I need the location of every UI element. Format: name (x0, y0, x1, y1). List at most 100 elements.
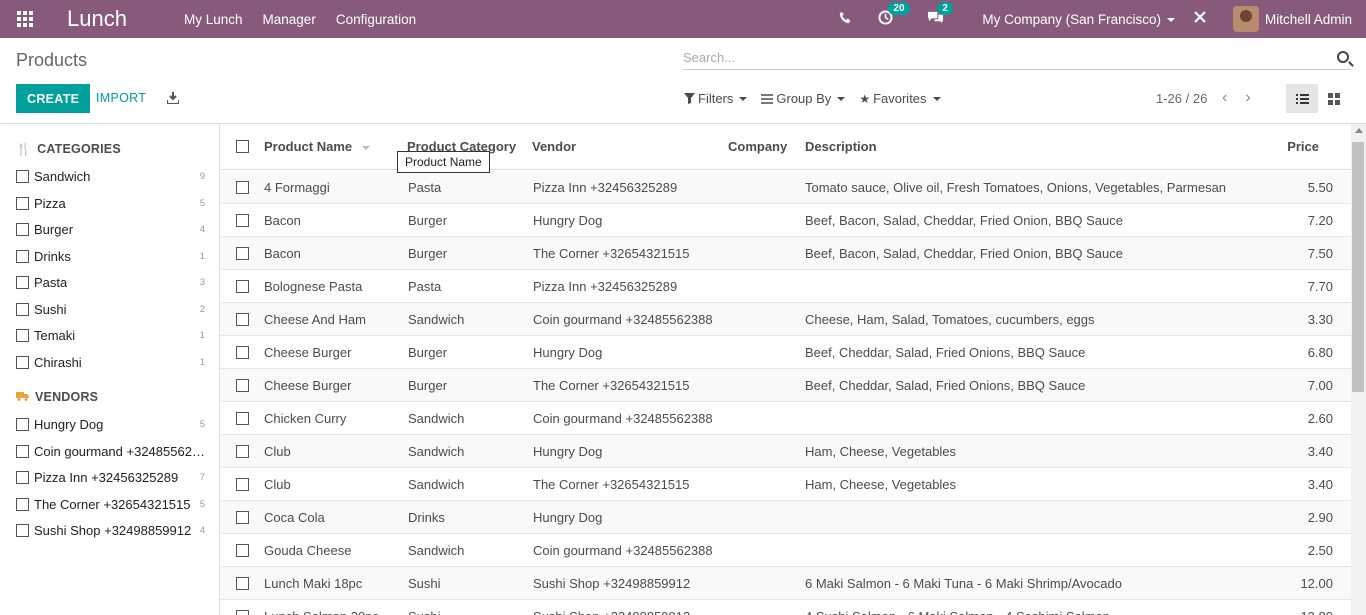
category-item[interactable]: Pizza 5 (16, 193, 206, 213)
checkbox[interactable] (16, 249, 29, 263)
scrollbar-thumb[interactable] (1352, 142, 1364, 392)
column-header-vendor[interactable]: Vendor (532, 139, 576, 154)
column-header-company[interactable]: Company (728, 139, 787, 154)
truck-icon (16, 390, 29, 404)
category-count: 4 (199, 223, 205, 235)
menu-manager[interactable]: Manager (263, 12, 316, 27)
checkbox[interactable] (16, 275, 29, 289)
select-all-checkbox[interactable] (236, 140, 249, 153)
chevron-down-icon (1166, 17, 1175, 22)
vendor-item[interactable]: Sushi Shop +32498859912 4 (16, 520, 206, 540)
favorites-dropdown[interactable]: ★ Favorites (859, 91, 941, 106)
search-icon[interactable] (1337, 51, 1349, 63)
checkbox[interactable] (16, 444, 29, 458)
column-header-description[interactable]: Description (805, 139, 877, 154)
checkbox[interactable] (16, 497, 29, 511)
cell-price: 7.00 (1307, 378, 1333, 393)
category-item[interactable]: Burger 4 (16, 219, 206, 239)
table-row[interactable]: Cheese Burger Burger Hungry Dog Beef, Chedd… (221, 336, 1351, 369)
checkbox[interactable] (16, 302, 29, 316)
search-input[interactable] (683, 50, 1323, 65)
phone-icon[interactable] (839, 11, 852, 28)
checkbox[interactable] (16, 523, 29, 537)
table-row[interactable]: Gouda Cheese Sandwich Coin gourmand +32485… (221, 534, 1351, 567)
user-menu[interactable]: Mitchell Admin (1232, 6, 1352, 32)
table-row[interactable]: Lunch Maki 18pc Sushi Sushi Shop +32498859… (221, 567, 1351, 600)
category-item[interactable]: Sushi 2 (16, 299, 206, 319)
category-item[interactable]: Drinks 1 (16, 246, 206, 266)
cell-price: 3.40 (1307, 477, 1333, 492)
vendor-item[interactable]: Pizza Inn +32456325289 7 (16, 467, 206, 487)
pager-previous-icon[interactable]: ‹ (1222, 89, 1227, 107)
row-checkbox[interactable] (236, 511, 249, 524)
table-row[interactable]: Club Sandwich Hungry Dog Ham, Cheese, Veget… (221, 435, 1351, 468)
table-row[interactable]: Bolognese Pasta Pasta Pizza Inn +324563252… (221, 270, 1351, 303)
cell-price: 7.50 (1307, 246, 1333, 261)
row-checkbox[interactable] (236, 544, 249, 557)
row-checkbox[interactable] (236, 478, 249, 491)
groupby-dropdown[interactable]: Group By (761, 91, 846, 106)
row-checkbox[interactable] (236, 445, 249, 458)
messages-icon[interactable]: 2 (927, 2, 953, 28)
vendor-label: The Corner +32654321515 (34, 496, 191, 512)
row-checkbox[interactable] (236, 346, 249, 359)
row-checkbox[interactable] (236, 280, 249, 293)
list-view-button[interactable] (1286, 84, 1318, 113)
column-header-price[interactable]: Price (1287, 139, 1319, 154)
cell-product-name: Lunch Maki 18pc (264, 576, 363, 591)
row-checkbox[interactable] (236, 577, 249, 590)
company-switcher[interactable]: My Company (San Francisco) (982, 12, 1175, 27)
checkbox[interactable] (16, 196, 29, 210)
checkbox[interactable] (16, 169, 29, 183)
row-checkbox[interactable] (236, 412, 249, 425)
debug-tools-icon[interactable] (1193, 10, 1207, 28)
table-row[interactable]: Chicken Curry Sandwich Coin gourmand +3248… (221, 402, 1351, 435)
cell-vendor: Hungry Dog (533, 510, 603, 525)
row-checkbox[interactable] (236, 247, 249, 260)
category-item[interactable]: Chirashi 1 (16, 352, 206, 372)
menu-configuration[interactable]: Configuration (336, 12, 416, 27)
row-checkbox[interactable] (236, 313, 249, 326)
category-count: 5 (199, 197, 205, 209)
table-row[interactable]: Bacon Burger Hungry Dog Beef, Bacon, Salad,… (221, 204, 1351, 237)
import-button[interactable]: IMPORT (96, 91, 146, 105)
checkbox[interactable] (16, 417, 29, 431)
activity-clock-icon[interactable]: 20 (878, 1, 910, 29)
row-checkbox[interactable] (236, 379, 249, 392)
cell-description: Beef, Cheddar, Salad, Fried Onions, BBQ … (805, 345, 1086, 360)
vendor-item[interactable]: Coin gourmand +32485562388 (16, 441, 206, 461)
cell-product-name: 4 Formaggi (264, 180, 330, 195)
table-row[interactable]: Bacon Burger The Corner +32654321515 Beef, … (221, 237, 1351, 270)
checkbox[interactable] (16, 328, 29, 342)
checkbox[interactable] (16, 222, 29, 236)
checkbox[interactable] (16, 470, 29, 484)
row-checkbox[interactable] (236, 214, 249, 227)
cell-product-name: Lunch Salmon 20pc (264, 609, 379, 615)
table-row[interactable]: Cheese And Ham Sandwich Coin gourmand +324… (221, 303, 1351, 336)
table-row[interactable]: 4 Formaggi Pasta Pizza Inn +32456325289 Tom… (221, 171, 1351, 204)
category-item[interactable]: Pasta 3 (16, 272, 206, 292)
table-row[interactable]: Club Sandwich The Corner +32654321515 Ham, … (221, 468, 1351, 501)
column-header-product-name[interactable]: Product Name (264, 139, 370, 154)
filters-dropdown[interactable]: Filters (684, 91, 748, 106)
category-item[interactable]: Sandwich 9 (16, 166, 206, 186)
table-row[interactable]: Coca Cola Drinks Hungry Dog 2.90 (221, 501, 1351, 534)
table-row[interactable]: Cheese Burger Burger The Corner +326543215… (221, 369, 1351, 402)
checkbox[interactable] (16, 355, 29, 369)
create-button[interactable]: CREATE (16, 84, 91, 113)
pager-value[interactable]: 1-26 / 26 (1156, 91, 1207, 106)
apps-menu-icon[interactable] (0, 0, 50, 38)
kanban-view-button[interactable] (1321, 84, 1347, 113)
vendor-item[interactable]: Hungry Dog 5 (16, 414, 206, 434)
cell-price: 7.70 (1307, 279, 1333, 294)
vendor-item[interactable]: The Corner +32654321515 5 (16, 494, 206, 514)
scroll-up-icon[interactable] (1355, 128, 1363, 133)
download-icon[interactable] (166, 92, 180, 105)
row-checkbox[interactable] (236, 181, 249, 194)
pager-next-icon[interactable]: › (1245, 89, 1250, 107)
app-brand[interactable]: Lunch (67, 6, 167, 32)
table-row[interactable]: Lunch Salmon 20pc Sushi Sushi Shop +324988… (221, 600, 1351, 615)
menu-my-lunch[interactable]: My Lunch (184, 12, 243, 27)
row-checkbox[interactable] (236, 610, 249, 615)
category-item[interactable]: Temaki 1 (16, 325, 206, 345)
